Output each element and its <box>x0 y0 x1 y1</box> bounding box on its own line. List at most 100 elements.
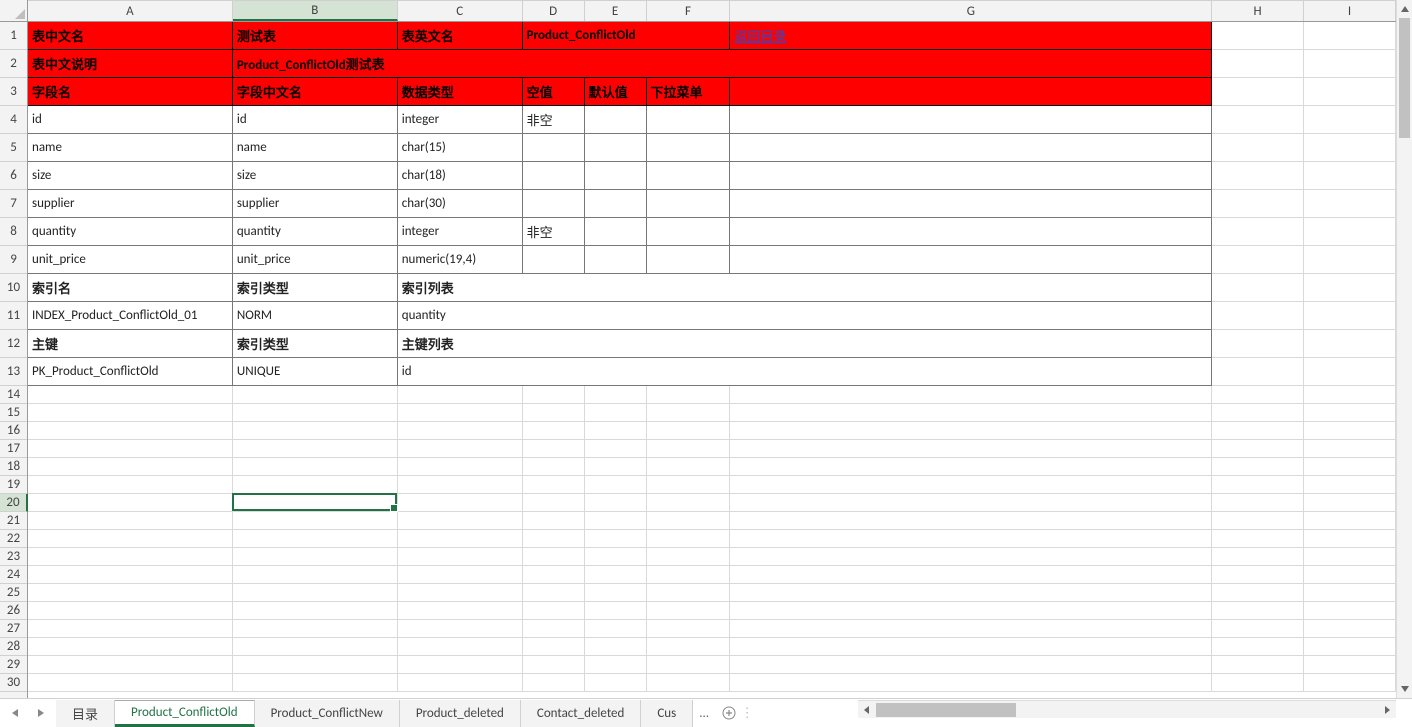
cell-I19[interactable] <box>1304 476 1396 494</box>
col-header-D[interactable]: D <box>523 1 585 21</box>
cell-C4[interactable]: integer <box>398 106 523 134</box>
cell-H3[interactable] <box>1212 78 1304 106</box>
cell-E22[interactable] <box>585 530 647 548</box>
cell-A13[interactable]: PK_Product_ConflictOld <box>28 358 233 386</box>
cell-I20[interactable] <box>1304 494 1396 512</box>
cell-I9[interactable] <box>1304 246 1396 274</box>
cell-I2[interactable] <box>1304 50 1396 78</box>
cell-B4[interactable]: id <box>233 106 398 134</box>
cell-A25[interactable] <box>28 584 233 602</box>
cell-I7[interactable] <box>1304 190 1396 218</box>
cell-D5[interactable] <box>523 134 585 162</box>
cell-I18[interactable] <box>1304 458 1396 476</box>
scroll-right-button[interactable] <box>1378 701 1396 719</box>
cell-H12[interactable] <box>1212 330 1304 358</box>
cell-I23[interactable] <box>1304 548 1396 566</box>
col-header-F[interactable]: F <box>647 1 731 21</box>
cell-A23[interactable] <box>28 548 233 566</box>
cell-H14[interactable] <box>1212 386 1304 404</box>
cell-A26[interactable] <box>28 602 233 620</box>
cell-I12[interactable] <box>1304 330 1396 358</box>
cell-B17[interactable] <box>233 440 398 458</box>
col-header-H[interactable]: H <box>1212 1 1304 21</box>
cell-H21[interactable] <box>1212 512 1304 530</box>
cell-G14[interactable] <box>730 386 1212 404</box>
cell-D17[interactable] <box>523 440 585 458</box>
cell-F8[interactable] <box>647 218 731 246</box>
cell-A27[interactable] <box>28 620 233 638</box>
cell-E9[interactable] <box>585 246 647 274</box>
cell-C23[interactable] <box>398 548 523 566</box>
cell-C9[interactable]: numeric(19,4) <box>398 246 523 274</box>
cell-C19[interactable] <box>398 476 523 494</box>
cell-C24[interactable] <box>398 566 523 584</box>
cell-G30[interactable] <box>730 674 1212 692</box>
cell-G15[interactable] <box>730 404 1212 422</box>
cell-I27[interactable] <box>1304 620 1396 638</box>
cell-D25[interactable] <box>523 584 585 602</box>
sheet-tab-Product_ConflictOld[interactable]: Product_ConflictOld <box>115 700 255 727</box>
cell-B14[interactable] <box>233 386 398 404</box>
row-header-19[interactable]: 19 <box>0 476 27 494</box>
cell-F16[interactable] <box>647 422 731 440</box>
cell-I5[interactable] <box>1304 134 1396 162</box>
cell-I24[interactable] <box>1304 566 1396 584</box>
col-header-G[interactable]: G <box>730 1 1212 21</box>
cell-C1[interactable]: 表英文名 <box>398 22 523 50</box>
cell-A1[interactable]: 表中文名 <box>28 22 233 50</box>
cell-G8[interactable] <box>730 218 1212 246</box>
cell-B22[interactable] <box>233 530 398 548</box>
cell-I3[interactable] <box>1304 78 1396 106</box>
row-header-9[interactable]: 9 <box>0 246 27 274</box>
cell-F30[interactable] <box>647 674 731 692</box>
cell-B29[interactable] <box>233 656 398 674</box>
cell-A30[interactable] <box>28 674 233 692</box>
cell-I16[interactable] <box>1304 422 1396 440</box>
cell-E17[interactable] <box>585 440 647 458</box>
cell-B13[interactable]: UNIQUE <box>233 358 398 386</box>
cell-G9[interactable] <box>730 246 1212 274</box>
row-header-13[interactable]: 13 <box>0 358 27 386</box>
row-header-5[interactable]: 5 <box>0 134 27 162</box>
tab-resize-handle[interactable]: ⋮ <box>743 699 751 727</box>
cell-D15[interactable] <box>523 404 585 422</box>
cell-E4[interactable] <box>585 106 647 134</box>
cell-E27[interactable] <box>585 620 647 638</box>
cell-B21[interactable] <box>233 512 398 530</box>
row-header-2[interactable]: 2 <box>0 50 27 78</box>
cell-E8[interactable] <box>585 218 647 246</box>
cell-B16[interactable] <box>233 422 398 440</box>
col-header-I[interactable]: I <box>1304 1 1396 21</box>
cell-G5[interactable] <box>730 134 1212 162</box>
row-header-4[interactable]: 4 <box>0 106 27 134</box>
cell-E3[interactable]: 默认值 <box>585 78 647 106</box>
cell-H19[interactable] <box>1212 476 1304 494</box>
cell-D20[interactable] <box>523 494 585 512</box>
cell-E6[interactable] <box>585 162 647 190</box>
cell-C3[interactable]: 数据类型 <box>398 78 523 106</box>
cell-C16[interactable] <box>398 422 523 440</box>
cell-E28[interactable] <box>585 638 647 656</box>
cell-C21[interactable] <box>398 512 523 530</box>
cell-G20[interactable] <box>730 494 1212 512</box>
cell-H18[interactable] <box>1212 458 1304 476</box>
cell-F5[interactable] <box>647 134 731 162</box>
cell-H23[interactable] <box>1212 548 1304 566</box>
cell-I15[interactable] <box>1304 404 1396 422</box>
col-header-B[interactable]: B <box>233 1 398 21</box>
cell-F15[interactable] <box>647 404 731 422</box>
cell-F14[interactable] <box>647 386 731 404</box>
cell-H15[interactable] <box>1212 404 1304 422</box>
cell-D18[interactable] <box>523 458 585 476</box>
cell-B6[interactable]: size <box>233 162 398 190</box>
row-header-8[interactable]: 8 <box>0 218 27 246</box>
row-header-27[interactable]: 27 <box>0 620 27 638</box>
cell-I22[interactable] <box>1304 530 1396 548</box>
scroll-down-button[interactable] <box>1397 680 1412 698</box>
cell-E23[interactable] <box>585 548 647 566</box>
cell-G26[interactable] <box>730 602 1212 620</box>
cell-D14[interactable] <box>523 386 585 404</box>
col-header-E[interactable]: E <box>585 1 647 21</box>
cell-H27[interactable] <box>1212 620 1304 638</box>
cell-C20[interactable] <box>398 494 523 512</box>
